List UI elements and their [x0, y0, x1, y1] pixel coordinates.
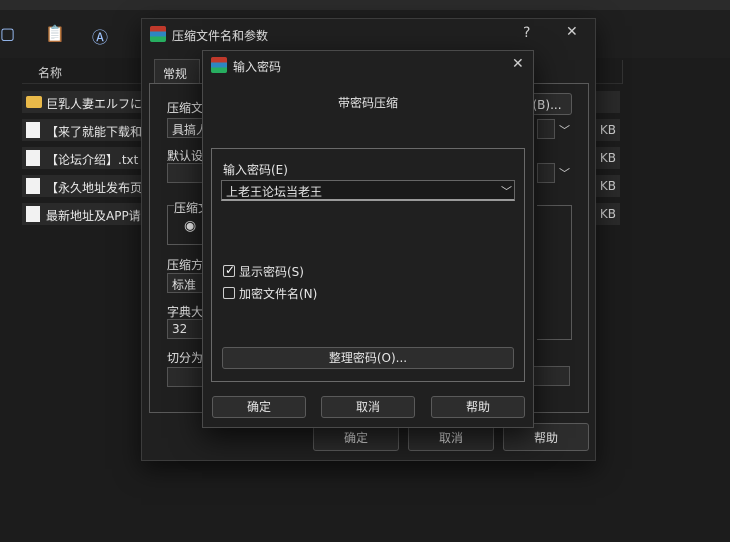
- winrar-icon: [211, 57, 227, 73]
- close-icon[interactable]: ✕: [512, 56, 524, 72]
- manage-passwords-button[interactable]: 整理密码(O)...: [222, 347, 514, 369]
- encrypt-filenames-label[interactable]: 加密文件名(N): [239, 285, 317, 302]
- password-dialog-title: 输入密码: [233, 60, 282, 74]
- file-size: KB: [599, 123, 616, 137]
- file-name: 【来了就能下载和: [46, 125, 143, 139]
- file-size: KB: [599, 151, 616, 165]
- default-profile-label: 默认设: [167, 149, 204, 163]
- column-separator[interactable]: [622, 60, 623, 84]
- document-icon: [26, 206, 40, 222]
- password-input[interactable]: 上老王论坛当老王 ﹀: [221, 180, 515, 201]
- help-icon[interactable]: ?: [523, 25, 530, 41]
- file-name: 最新地址及APP请: [46, 209, 141, 223]
- cancel-label: 取消: [438, 431, 463, 445]
- help-button[interactable]: 帮助: [431, 396, 525, 418]
- folder-icon: [26, 96, 42, 108]
- share-icon[interactable]: ▢: [0, 24, 15, 43]
- password-heading: 带密码压缩: [337, 96, 398, 110]
- show-password-checkbox[interactable]: [223, 263, 235, 277]
- archive-dialog-titlebar[interactable]: 压缩文件名和参数 ? ✕: [142, 19, 595, 49]
- profile-select-right[interactable]: [537, 163, 555, 183]
- ok-label: 确定: [343, 431, 368, 445]
- document-icon: [26, 122, 40, 138]
- document-icon: [26, 178, 40, 194]
- tab-general-label: 常规: [163, 67, 188, 81]
- rename-icon[interactable]: Ⓐ: [92, 24, 108, 48]
- winrar-icon: [150, 26, 166, 42]
- archive-dialog-title: 压缩文件名和参数: [172, 29, 269, 43]
- show-password-label[interactable]: 显示密码(S): [239, 263, 304, 280]
- encrypt-filenames-checkbox[interactable]: [223, 287, 235, 299]
- manage-passwords-label: 整理密码(O)...: [328, 351, 408, 365]
- chevron-down-icon[interactable]: ﹀: [501, 183, 512, 199]
- file-name: 【永久地址发布页: [46, 181, 143, 195]
- profile-select[interactable]: [167, 163, 207, 183]
- help-label: 帮助: [465, 400, 490, 414]
- split-label: 切分为: [167, 351, 204, 365]
- file-size: KB: [599, 207, 616, 221]
- document-icon: [26, 150, 40, 166]
- archive-name-dropdown-field[interactable]: [537, 119, 555, 139]
- close-icon[interactable]: ✕: [566, 24, 578, 40]
- password-value: 上老王论坛当老王: [226, 185, 323, 199]
- cancel-button[interactable]: 取消: [321, 396, 415, 418]
- tab-general[interactable]: 常规: [154, 59, 200, 83]
- column-name-label: 名称: [38, 66, 63, 80]
- options-group: [537, 205, 572, 340]
- format-radio[interactable]: ◉: [184, 218, 196, 234]
- title-bar-strip: [0, 0, 730, 10]
- method-select[interactable]: 标准: [167, 273, 207, 293]
- file-name: 【论坛介绍】.txt: [46, 153, 139, 167]
- dictionary-select[interactable]: 32: [167, 319, 207, 339]
- method-label: 压缩方: [167, 258, 204, 272]
- password-input-label: 输入密码(E): [223, 163, 288, 177]
- method-value: 标准: [172, 278, 197, 292]
- dictionary-label: 字典大: [167, 305, 204, 319]
- cancel-label: 取消: [355, 400, 380, 414]
- archive-name-label: 压缩文: [167, 101, 204, 115]
- paste-icon[interactable]: 📋: [45, 24, 65, 43]
- dictionary-value: 32: [172, 322, 188, 336]
- chevron-down-icon[interactable]: ﹀: [559, 165, 570, 181]
- split-input[interactable]: [167, 367, 207, 387]
- ok-button[interactable]: 确定: [212, 396, 306, 418]
- password-dialog: 输入密码 ✕ 带密码压缩 输入密码(E) 上老王论坛当老王 ﹀ 显示密码(S) …: [202, 50, 534, 428]
- split-unit-field[interactable]: [532, 366, 570, 386]
- archive-name-input[interactable]: 具搞人: [167, 118, 208, 138]
- file-name: 巨乳人妻エルフに: [46, 97, 143, 111]
- password-dialog-titlebar[interactable]: 输入密码 ✕: [203, 51, 533, 79]
- ok-label: 确定: [246, 400, 271, 414]
- chevron-down-icon[interactable]: ﹀: [559, 122, 570, 138]
- file-size: KB: [599, 179, 616, 193]
- help-label: 帮助: [533, 431, 558, 445]
